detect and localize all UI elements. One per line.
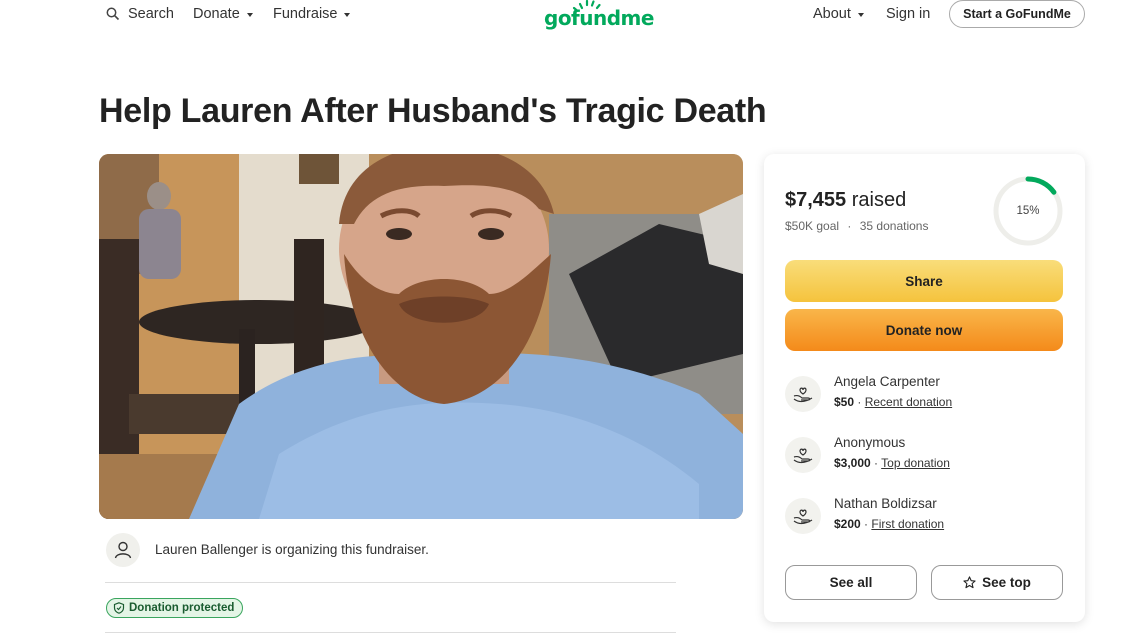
donation-amount: $50 [834,395,855,409]
donation-amount: $3,000 [834,456,871,470]
campaign-photo-illustration [99,154,743,519]
donation-type-link[interactable]: First donation [871,517,944,531]
donations-count: 35 donations [859,219,929,233]
donation-item: Anonymous $3,000 · Top donation [785,435,1065,479]
donor-name: Nathan Boldizsar [834,496,937,511]
about-menu[interactable]: About [813,5,864,23]
signin-link[interactable]: Sign in [886,5,930,23]
donor-name: Angela Carpenter [834,374,940,389]
goal-value: $50K goal [785,219,840,233]
donor-name: Anonymous [834,435,906,450]
see-all-label: See all [829,575,873,590]
signin-label: Sign in [886,6,931,22]
start-gofundme-label: Start a GoFundMe [963,7,1071,21]
search-icon [106,7,120,21]
chevron-down-icon [344,13,351,17]
see-top-button[interactable]: See top [931,565,1063,600]
campaign-photo[interactable] [99,154,743,519]
shield-icon [113,602,125,614]
start-gofundme-button[interactable]: Start a GoFundMe [949,0,1085,28]
organizer-avatar [106,533,140,567]
donation-amount: $200 [834,517,861,531]
organizer-text: Lauren Ballenger is organizing this fund… [155,542,429,557]
progress-percent: 15% [1016,205,1040,217]
donation-item: Nathan Boldizsar $200 · First donation [785,496,1065,540]
see-all-button[interactable]: See all [785,565,917,600]
divider [105,632,676,633]
donation-card: $7,455 raised $50K goal · 35 donations 1… [764,154,1085,622]
see-top-label: See top [982,575,1031,590]
raised-value: $7,455 [785,189,847,211]
share-button[interactable]: Share [785,260,1063,302]
divider [105,582,676,583]
chevron-down-icon [857,13,864,17]
donation-protected-label: Donation protected [129,602,235,614]
donation-separator: · [874,456,879,470]
goal-separator: · [847,219,852,233]
donation-hands-icon [785,498,821,534]
fundraise-menu-label: Fundraise [273,6,338,22]
donation-hands-icon [785,437,821,473]
chevron-down-icon [246,13,253,17]
search-link[interactable]: Search [106,5,174,23]
donate-now-label: Donate now [885,322,963,338]
raised-suffix: raised [851,189,907,211]
donate-menu[interactable]: Donate [193,5,253,23]
donation-separator: · [864,517,869,531]
page-title: Help Lauren After Husband's Tragic Death [99,92,767,130]
goal-info: $50K goal · 35 donations [785,219,928,233]
search-label: Search [128,6,174,22]
about-menu-label: About [813,6,851,22]
donation-meta: $200 · First donation [834,517,944,531]
star-icon [963,576,976,589]
share-label: Share [905,273,943,289]
donate-menu-label: Donate [193,6,240,22]
donation-type-link[interactable]: Top donation [881,456,950,470]
donate-now-button[interactable]: Donate now [785,309,1063,351]
donation-separator: · [857,395,862,409]
user-icon [114,541,132,559]
donation-hands-icon [785,376,821,412]
donation-type-link[interactable]: Recent donation [865,395,952,409]
donation-meta: $3,000 · Top donation [834,456,950,470]
donation-item: Angela Carpenter $50 · Recent donation [785,374,1065,418]
logo-text: gofundme [544,6,654,30]
raised-amount: $7,455 raised [785,189,906,212]
fundraise-menu[interactable]: Fundraise [273,5,351,23]
gofundme-logo[interactable]: gofundme [540,0,654,32]
donation-meta: $50 · Recent donation [834,395,952,409]
donation-protected-badge[interactable]: Donation protected [106,598,244,618]
